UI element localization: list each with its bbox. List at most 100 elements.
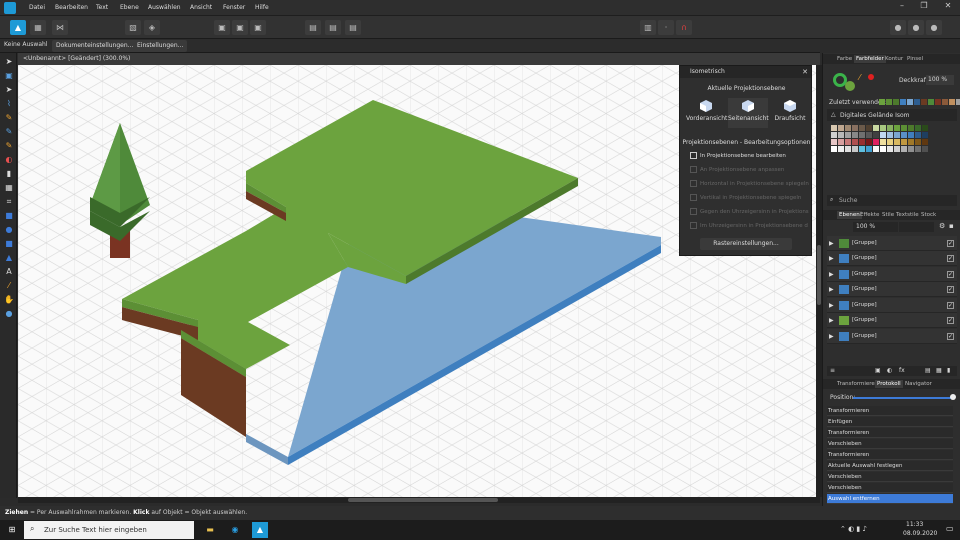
- maximize-icon[interactable]: ❐: [912, 0, 936, 12]
- affinity-designer-icon[interactable]: ▲: [252, 522, 268, 538]
- palette-swatch[interactable]: [845, 139, 851, 145]
- palette-swatch[interactable]: [873, 146, 879, 152]
- move-tool-icon[interactable]: ➤: [4, 57, 14, 67]
- horizontal-scrollbar[interactable]: [18, 497, 820, 503]
- recent-swatch[interactable]: [907, 99, 913, 105]
- crop-tool-icon[interactable]: ⌗: [4, 197, 14, 207]
- snap-options-icon[interactable]: ·: [658, 20, 674, 35]
- layer-row[interactable]: ▶ [Gruppe] ✓: [827, 267, 957, 282]
- menu-bearbeiten[interactable]: Bearbeiten: [55, 4, 88, 11]
- eyedropper-icon[interactable]: ⁄: [859, 73, 860, 82]
- search-input[interactable]: Suche: [827, 195, 957, 206]
- palette-swatch[interactable]: [901, 125, 907, 131]
- recent-swatch[interactable]: [949, 99, 955, 105]
- palette-swatch[interactable]: [908, 146, 914, 152]
- close-icon[interactable]: ✕: [936, 0, 960, 12]
- pencil-tool-icon[interactable]: ✎: [4, 113, 14, 123]
- menu-datei[interactable]: Datei: [29, 4, 45, 11]
- palette-swatch[interactable]: [915, 146, 921, 152]
- expand-icon[interactable]: ▶: [829, 267, 834, 282]
- fit-plane-option[interactable]: An Projektionsebene anpassen: [690, 166, 784, 173]
- palette-swatch[interactable]: [852, 132, 858, 138]
- visibility-checkbox[interactable]: ✓: [947, 271, 954, 278]
- tab-ebenen[interactable]: Ebenen: [837, 211, 862, 219]
- arrange-icon[interactable]: ▤: [305, 20, 321, 35]
- clock-time[interactable]: 11:33: [906, 521, 923, 528]
- stroke-color-well[interactable]: [845, 81, 855, 91]
- palette-swatch[interactable]: [880, 132, 886, 138]
- chat-icon[interactable]: ●: [890, 20, 906, 35]
- menu-fenster[interactable]: Fenster: [223, 4, 245, 11]
- artboard-tool-icon[interactable]: ▣: [4, 71, 14, 81]
- side-view-button[interactable]: Seitenansicht: [728, 98, 769, 128]
- visibility-checkbox[interactable]: ✓: [947, 317, 954, 324]
- blend-mode-select[interactable]: [899, 222, 934, 232]
- settings-button[interactable]: Einstellungen...: [133, 40, 188, 52]
- tab-protokoll[interactable]: Protokoll: [875, 380, 903, 388]
- order-icon[interactable]: ▤: [325, 20, 341, 35]
- windows-start-icon[interactable]: ⊞: [4, 522, 20, 538]
- palette-swatch[interactable]: [908, 139, 914, 145]
- palette-swatch[interactable]: [887, 139, 893, 145]
- menu-ansicht[interactable]: Ansicht: [190, 4, 212, 11]
- history-item[interactable]: Aktuelle Auswahl festlegen: [827, 461, 953, 471]
- palette-swatch[interactable]: [852, 139, 858, 145]
- palette-swatch[interactable]: [866, 139, 872, 145]
- recent-swatch[interactable]: [914, 99, 920, 105]
- position-slider-thumb[interactable]: [950, 394, 956, 400]
- recent-swatch[interactable]: [893, 99, 899, 105]
- palette-swatch[interactable]: [894, 132, 900, 138]
- palette-swatch[interactable]: [887, 146, 893, 152]
- palette-swatch[interactable]: [880, 125, 886, 131]
- pixel-persona-icon[interactable]: ▦: [30, 20, 46, 35]
- palette-swatch[interactable]: [859, 125, 865, 131]
- palette-swatch[interactable]: [894, 125, 900, 131]
- rotate-ccw-option[interactable]: Gegen den Uhrzeigersinn in Projektions: [690, 208, 809, 215]
- tab-stile[interactable]: Stile: [882, 212, 894, 218]
- palette-swatch[interactable]: [873, 125, 879, 131]
- layers-stack-icon[interactable]: ≡: [830, 367, 835, 374]
- close-icon[interactable]: ✕: [802, 68, 808, 76]
- notifications-icon[interactable]: ▭: [946, 524, 954, 533]
- tab-effekte[interactable]: Effekte: [860, 212, 879, 218]
- minimize-icon[interactable]: –: [890, 0, 914, 12]
- palette-swatch[interactable]: [831, 125, 837, 131]
- position-slider[interactable]: [853, 397, 953, 399]
- history-item[interactable]: Verschieben: [827, 439, 953, 449]
- zoom-tool-icon[interactable]: ●: [4, 309, 14, 319]
- top-view-button[interactable]: Draufsicht: [770, 98, 810, 128]
- fill-tool-icon[interactable]: ◐: [4, 155, 14, 165]
- palette-swatch[interactable]: [852, 146, 858, 152]
- chat3-icon[interactable]: ●: [926, 20, 942, 35]
- palette-swatch[interactable]: [915, 139, 921, 145]
- visibility-checkbox[interactable]: ✓: [947, 240, 954, 247]
- tab-farbfelder[interactable]: Farbfelder: [854, 55, 886, 63]
- taskbar-search-input[interactable]: Zur Suche Text hier eingeben: [24, 521, 194, 539]
- rectangle-tool-icon[interactable]: ■: [4, 211, 14, 221]
- menu-text[interactable]: Text: [96, 4, 108, 11]
- tab-farbe[interactable]: Farbe: [837, 56, 852, 62]
- grid-settings-button[interactable]: Rastereinstellungen...: [700, 238, 792, 250]
- text-tool-icon[interactable]: A: [4, 267, 14, 277]
- menu-auswaehlen[interactable]: Auswählen: [148, 4, 181, 11]
- palette-swatch[interactable]: [859, 139, 865, 145]
- transform-icon[interactable]: ▣: [232, 20, 248, 35]
- layer-row[interactable]: ▶ [Gruppe] ✓: [827, 298, 957, 313]
- clock-date[interactable]: 08.09.2020: [903, 530, 937, 537]
- document-settings-button[interactable]: Dokumenteinstellungen...: [52, 40, 138, 52]
- recent-swatch[interactable]: [935, 99, 941, 105]
- palette-swatch[interactable]: [831, 132, 837, 138]
- mask-icon[interactable]: ▣: [875, 367, 881, 374]
- flip-h-option[interactable]: Horizontal in Projektionsebene spiegeln: [690, 180, 809, 187]
- ellipse-tool-icon[interactable]: ●: [4, 225, 14, 235]
- layer-opacity-field[interactable]: 100 %: [853, 222, 898, 232]
- snap-icon[interactable]: ▥: [640, 20, 656, 35]
- share-icon[interactable]: ⋈: [52, 20, 68, 35]
- edge-icon[interactable]: ◉: [227, 522, 243, 538]
- palette-swatch[interactable]: [922, 146, 928, 152]
- trash-icon[interactable]: ▮: [947, 367, 950, 374]
- layer-row[interactable]: ▶ [Gruppe] ✓: [827, 313, 957, 328]
- palette-swatch[interactable]: [866, 125, 872, 131]
- palette-swatch[interactable]: [845, 146, 851, 152]
- layer-row[interactable]: ▶ [Gruppe] ✓: [827, 329, 957, 344]
